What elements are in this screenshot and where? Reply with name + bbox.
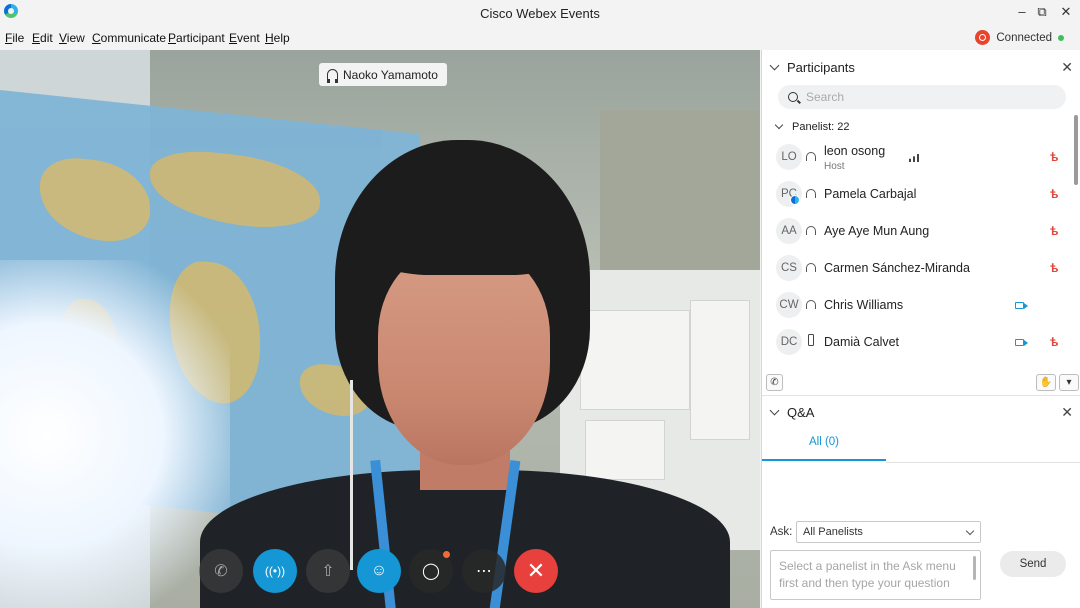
avatar: CS (776, 255, 802, 281)
active-speaker-label: Naoko Yamamoto (319, 63, 447, 86)
participant-row[interactable]: LO leon osong Host ѣ (762, 140, 1074, 177)
connected-dot-icon (1058, 34, 1064, 41)
participant-name: Pamela Carbajal (824, 187, 917, 201)
call-me-icon[interactable]: ✆ (766, 374, 783, 391)
send-button[interactable]: Send (1000, 551, 1066, 577)
participant-role: Host (824, 161, 845, 172)
connection-status[interactable]: Connected (975, 30, 1064, 45)
muted-microphone-icon[interactable]: ѣ (1050, 336, 1058, 348)
title-bar: Cisco Webex Events – ⧉ ✕ (0, 0, 1080, 26)
muted-microphone-icon[interactable]: ѣ (1050, 188, 1058, 200)
chat-bubble-icon: ◯ (422, 563, 440, 580)
avatar: AA (776, 218, 802, 244)
close-window-icon[interactable]: ✕ (1052, 2, 1080, 22)
close-participants-icon[interactable]: ✕ (1061, 59, 1073, 76)
headset-icon (327, 69, 338, 83)
chevron-down-icon[interactable] (769, 405, 780, 415)
speaker-video-feed (378, 250, 550, 465)
menu-participant[interactable]: Participant (168, 31, 225, 45)
more-actions-dropdown-icon[interactable]: ▾ (1059, 374, 1079, 391)
tab-divider (886, 462, 1080, 463)
close-qa-icon[interactable]: ✕ (1061, 404, 1073, 421)
broadcast-button[interactable]: ((•)) (253, 549, 297, 593)
participant-name: Carmen Sánchez-Miranda (824, 261, 970, 275)
headset-icon (806, 263, 816, 272)
chevron-down-icon[interactable] (769, 60, 780, 70)
participant-name: Damià Calvet (824, 335, 900, 349)
headset-icon (806, 189, 816, 198)
avatar: DC (776, 329, 802, 355)
participants-title: Participants (787, 59, 855, 75)
menu-edit[interactable]: Edit (32, 31, 53, 45)
more-icon: ⋯ (476, 563, 492, 580)
chat-button[interactable]: ◯ (409, 549, 453, 593)
leave-event-button[interactable]: ✕ (514, 549, 558, 593)
video-stage[interactable] (0, 50, 760, 608)
participant-search-input[interactable]: Search (778, 85, 1066, 109)
person-icon: ☺ (370, 562, 388, 579)
panelist-count: Panelist: 22 (792, 121, 850, 133)
audio-connection-button[interactable]: ✆ (199, 549, 243, 593)
window-title: Cisco Webex Events (480, 6, 600, 21)
menu-view[interactable]: View (59, 31, 85, 45)
muted-microphone-icon[interactable]: ѣ (1050, 262, 1058, 274)
headset-icon (806, 300, 816, 309)
headset-icon (806, 152, 816, 161)
question-input[interactable]: Select a panelist in the Ask menu first … (770, 550, 981, 600)
avatar: CW (776, 292, 802, 318)
participant-row[interactable]: DC Damià Calvet ѣ (762, 325, 1074, 362)
broadcast-icon: ((•)) (264, 564, 286, 578)
participant-list: LO leon osong Host ѣ PC Pamela Carbajal … (762, 140, 1074, 370)
qa-panel: Q&A ✕ All (0) Ask: All Panelists Select … (762, 395, 1080, 608)
muted-microphone-icon[interactable]: ѣ (1050, 151, 1058, 163)
close-icon: ✕ (526, 558, 546, 583)
participants-button[interactable]: ☺ (357, 549, 401, 593)
chat-notification-dot (443, 551, 450, 558)
mobile-phone-icon (808, 334, 814, 346)
share-button[interactable]: ⇧ (306, 549, 350, 593)
webex-app-badge-icon (790, 195, 800, 205)
share-icon: ⇧ (321, 563, 335, 580)
ask-label: Ask: (770, 526, 793, 538)
avatar: PC (776, 181, 802, 207)
menu-communicate[interactable]: Communicate (92, 31, 166, 45)
connection-icon (975, 30, 991, 45)
participant-row[interactable]: PC Pamela Carbajal ѣ (762, 177, 1074, 214)
participant-name: leon osong (824, 144, 886, 158)
participant-tools: ✆ ✋ ▾ (762, 374, 1080, 394)
avatar: LO (776, 144, 802, 170)
menu-file[interactable]: File (5, 31, 24, 45)
tab-all-questions[interactable]: All (0) (762, 436, 886, 461)
qa-title: Q&A (787, 404, 815, 420)
video-camera-icon (1015, 339, 1028, 346)
ask-recipient-select[interactable]: All Panelists (796, 521, 981, 543)
phone-icon: ✆ (214, 563, 228, 580)
signal-strength-icon (909, 154, 919, 162)
active-speaker-name: Naoko Yamamoto (343, 67, 438, 82)
menu-help[interactable]: Help (265, 31, 290, 45)
video-camera-icon (1015, 302, 1028, 309)
muted-microphone-icon[interactable]: ѣ (1050, 225, 1058, 237)
menu-bar: File Edit View Communicate Participant E… (0, 28, 1080, 48)
raise-hand-icon[interactable]: ✋ (1036, 374, 1056, 391)
connection-label: Connected (996, 31, 1052, 44)
participant-list-scrollbar[interactable] (1074, 115, 1078, 185)
more-options-button[interactable]: ⋯ (462, 549, 506, 593)
headset-icon (806, 226, 816, 235)
participant-row[interactable]: AA Aye Aye Mun Aung ѣ (762, 214, 1074, 251)
participant-name: Chris Williams (824, 298, 904, 312)
panelist-group-header[interactable]: Panelist: 22 (774, 120, 850, 133)
search-icon (788, 92, 798, 102)
participant-row[interactable]: CW Chris Williams (762, 288, 1074, 325)
qa-header[interactable]: Q&A ✕ (762, 397, 1080, 427)
participant-row[interactable]: CS Carmen Sánchez-Miranda ѣ (762, 251, 1074, 288)
side-panel: Participants ✕ Search Panelist: 22 LO le… (761, 50, 1080, 608)
chevron-down-icon (774, 120, 784, 130)
chevron-down-icon (965, 526, 975, 536)
question-input-scrollbar[interactable] (973, 556, 976, 580)
participant-name: Aye Aye Mun Aung (824, 224, 930, 238)
menu-event[interactable]: Event (229, 31, 260, 45)
search-placeholder: Search (806, 90, 845, 104)
participants-header[interactable]: Participants ✕ (762, 52, 1080, 82)
